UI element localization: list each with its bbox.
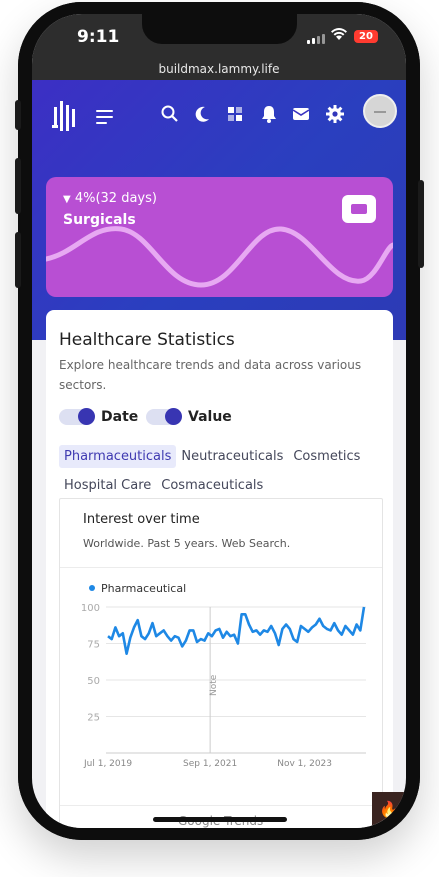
caret-down-icon: ▼ <box>63 194 71 205</box>
fire-icon[interactable]: 🔥 <box>372 792 406 828</box>
trends-chart[interactable]: Pharmaceutical 25 50 75 100 Note Jul 1, 2019 S… <box>60 569 382 803</box>
logo-icon[interactable] <box>52 101 76 131</box>
annotation-label: Note <box>209 674 219 696</box>
value-toggle-row[interactable]: Value <box>146 408 232 425</box>
y-tick-label: 25 <box>87 713 100 724</box>
apps-icon[interactable] <box>225 104 245 124</box>
trends-chart-panel: Interest over time Worldwide. Past 5 yea… <box>59 498 383 828</box>
volume-up-button <box>15 158 21 214</box>
moon-icon[interactable] <box>192 104 212 124</box>
y-tick-label: 100 <box>81 603 100 614</box>
value-toggle[interactable] <box>146 408 182 425</box>
date-toggle[interactable] <box>59 408 95 425</box>
date-toggle-row[interactable]: Date <box>59 408 139 425</box>
value-toggle-label: Value <box>188 409 232 425</box>
x-tick-label: Jul 1, 2019 <box>83 759 132 769</box>
status-bar: 9:11 20 <box>32 14 406 58</box>
menu-icon[interactable] <box>96 110 113 128</box>
promo-wave <box>46 226 393 288</box>
card-title: Healthcare Statistics <box>59 330 235 350</box>
promo-change: ▼ 4%(32 days) <box>63 191 157 206</box>
status-time: 9:11 <box>77 27 120 47</box>
tab-cosmaceuticals[interactable]: Cosmaceuticals <box>156 474 268 497</box>
promo-change-text: 4%(32 days) <box>74 191 157 206</box>
silent-switch <box>15 100 21 130</box>
wifi-icon <box>331 28 347 40</box>
chart-subtitle: Worldwide. Past 5 years. Web Search. <box>83 537 291 550</box>
tab-pharmaceuticals[interactable]: Pharmaceuticals <box>59 445 177 468</box>
legend-dot <box>89 585 95 591</box>
mail-icon[interactable] <box>291 104 311 124</box>
series-line-pharmaceutical <box>107 606 366 655</box>
tab-neutraceuticals[interactable]: Neutraceuticals <box>176 445 288 468</box>
y-tick-label: 50 <box>87 676 100 687</box>
bell-icon[interactable] <box>259 104 279 124</box>
y-tick-label: 75 <box>87 640 100 651</box>
sector-tabs: Pharmaceuticals Neutraceuticals Cosmetics H… <box>59 445 389 503</box>
promo-card[interactable]: ▼ 4%(32 days) Surgicals <box>46 177 393 297</box>
x-tick-label: Nov 1, 2023 <box>277 759 332 769</box>
chart-header: Interest over time Worldwide. Past 5 yea… <box>60 499 382 568</box>
notch <box>142 14 297 44</box>
card-description: Explore healthcare trends and data acros… <box>59 358 362 392</box>
gear-icon[interactable] <box>325 104 345 124</box>
home-indicator <box>153 817 287 822</box>
date-toggle-label: Date <box>101 409 139 425</box>
search-icon[interactable] <box>160 104 180 124</box>
x-tick-label: Sep 1, 2021 <box>183 759 237 769</box>
volume-down-button <box>15 232 21 288</box>
tab-hospital-care[interactable]: Hospital Care <box>59 474 156 497</box>
battery-icon: 20 <box>354 30 378 43</box>
phone-screen: 9:11 20 buildmax.lammy.life ▼ 4%(32 days… <box>32 14 406 828</box>
chart-title: Interest over time <box>83 512 200 527</box>
signal-icon <box>307 34 325 44</box>
avatar[interactable] <box>363 94 397 128</box>
legend-label: Pharmaceutical <box>101 582 186 595</box>
healthcare-card: Healthcare Statistics Explore healthcare… <box>46 310 393 828</box>
power-button <box>418 180 424 268</box>
tab-cosmetics[interactable]: Cosmetics <box>288 445 365 468</box>
